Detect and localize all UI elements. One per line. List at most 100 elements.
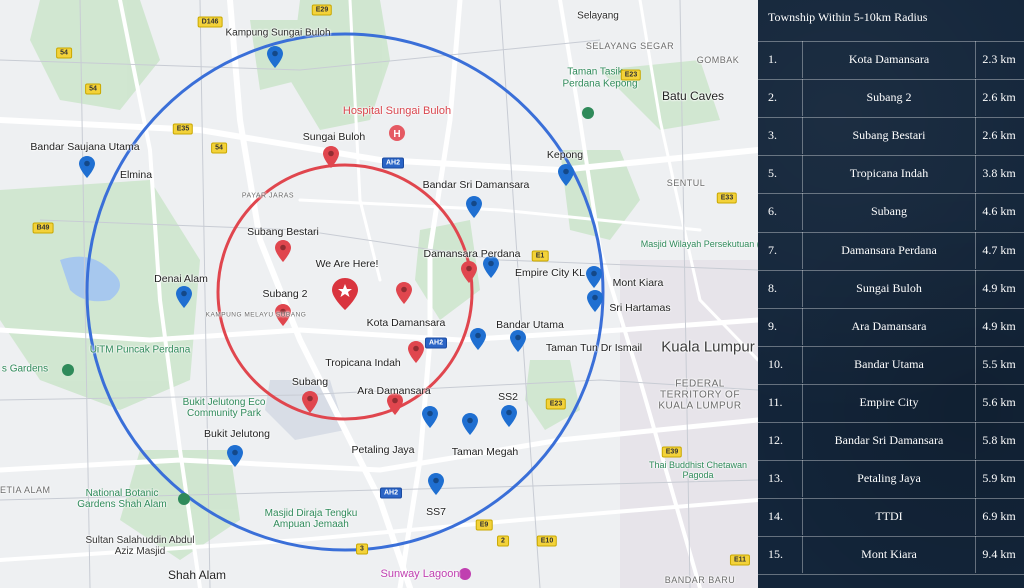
- city-label: Kuala Lumpur: [661, 338, 755, 356]
- map-pin-red[interactable]: [461, 261, 477, 283]
- poi-label: Sultan Salahuddin Abdul Aziz Masjid: [85, 535, 195, 557]
- place-label: Batu Caves: [661, 89, 725, 103]
- area-label: BANDAR BARU: [664, 575, 736, 585]
- svg-text:H: H: [393, 129, 400, 140]
- place-label: Ara Damansara: [357, 385, 431, 397]
- township-name: Kota Damansara: [802, 41, 976, 78]
- map-pin-blue[interactable]: [586, 266, 602, 288]
- table-row: 8. Sungai Buloh 4.9 km: [758, 269, 1024, 307]
- poi-label: UiTM Puncak Perdana: [89, 344, 191, 356]
- township-name: Bandar Utama: [802, 345, 976, 383]
- place-label: Kepong: [546, 149, 584, 161]
- place-label: Bukit Jelutong: [204, 428, 270, 440]
- area-label: SELAYANG SEGAR: [585, 41, 675, 51]
- row-number: 15.: [768, 547, 783, 562]
- township-distance: 2.6 km: [982, 128, 1016, 143]
- table-row: 6. Subang 4.6 km: [758, 193, 1024, 231]
- map-pin-blue[interactable]: [501, 405, 517, 427]
- row-number: 7.: [768, 242, 777, 257]
- map-pin-red[interactable]: [302, 391, 318, 413]
- map-pin-blue[interactable]: [558, 164, 574, 186]
- map-pin-blue[interactable]: [428, 473, 444, 495]
- table-row: 5. Tropicana Indah 3.8 km: [758, 155, 1024, 193]
- highway-shield: E33: [716, 192, 738, 204]
- map-pin-red[interactable]: [408, 341, 424, 363]
- map-pin-blue[interactable]: [176, 286, 192, 308]
- map-pin-blue[interactable]: [470, 328, 486, 350]
- map-pin-blue[interactable]: [422, 406, 438, 428]
- highway-shield: E29: [311, 4, 333, 16]
- row-number: 6.: [768, 204, 777, 219]
- row-number: 1.: [768, 52, 777, 66]
- table-row: 12. Bandar Sri Damansara 5.8 km: [758, 422, 1024, 459]
- poi-label: Sunway Lagoon: [380, 568, 460, 580]
- place-label: Shah Alam: [167, 568, 227, 582]
- map-pin-red[interactable]: [275, 240, 291, 262]
- place-label: Sri Hartamas: [609, 302, 671, 314]
- area-label: KAMPUNG MELAYU SUBANG: [205, 311, 307, 319]
- map-pin-red[interactable]: [323, 146, 339, 168]
- township-name: Petaling Jaya: [802, 460, 976, 498]
- place-label: Bandar Utama: [496, 319, 564, 331]
- area-label: SETIA ALAM: [0, 485, 51, 495]
- poi-label: Bukit Jelutong Eco Community Park: [182, 397, 266, 419]
- row-divider: [758, 574, 1024, 576]
- township-distance: 5.8 km: [982, 433, 1016, 447]
- table-row: 11. Empire City 5.6 km: [758, 383, 1024, 421]
- poi-label: Taman Tasik: [567, 66, 623, 78]
- map-pin-red[interactable]: [396, 282, 412, 304]
- place-label: Kampung Sungai Buloh: [225, 27, 331, 39]
- township-distance: 4.6 km: [982, 204, 1016, 219]
- map-pin-blue[interactable]: [267, 46, 283, 68]
- township-distance: 5.5 km: [982, 356, 1016, 371]
- township-distance: 5.6 km: [982, 394, 1016, 409]
- township-distance: 4.9 km: [982, 280, 1016, 295]
- area-label: GOMBAK: [696, 55, 740, 65]
- place-label: Taman Tun Dr Ismail: [545, 342, 643, 354]
- highway-shield: AH2: [424, 337, 448, 349]
- place-label: Bandar Sri Damansara: [422, 179, 530, 191]
- poi-label: Masjid Wilayah Persekutuan (The: [640, 239, 758, 249]
- highway-shield: E23: [545, 398, 567, 410]
- map-pin-blue[interactable]: [462, 413, 478, 435]
- map-view[interactable]: H Kampung Sungai Buloh Selayang SELAYANG…: [0, 0, 758, 588]
- highway-shield: 54: [85, 83, 101, 95]
- highway-shield: 3: [356, 543, 368, 555]
- map-pin-blue[interactable]: [510, 330, 526, 352]
- highway-shield: E9: [475, 519, 493, 531]
- township-distance: 6.9 km: [982, 509, 1016, 524]
- row-number: 12.: [768, 433, 783, 447]
- map-pin-blue[interactable]: [466, 196, 482, 218]
- place-label: Tropicana Indah: [325, 357, 401, 369]
- township-name: TTDI: [802, 498, 976, 536]
- township-distance: 4.9 km: [982, 318, 1016, 333]
- hospital-icon: H: [389, 125, 405, 141]
- table-row: 14. TTDI 6.9 km: [758, 498, 1024, 536]
- highway-shield: E23: [620, 69, 642, 81]
- row-number: 9.: [768, 318, 777, 333]
- poi-label: Masjid Diraja Tengku Ampuan Jemaah: [264, 508, 358, 530]
- township-name: Subang 2: [802, 79, 976, 117]
- township-name: Damansara Perdana: [802, 231, 976, 269]
- highway-shield: 54: [56, 47, 72, 59]
- table-row: 1. Kota Damansara 2.3 km: [758, 41, 1024, 78]
- map-pin-blue[interactable]: [79, 156, 95, 178]
- map-pin-blue[interactable]: [587, 290, 603, 312]
- row-number: 14.: [768, 509, 783, 524]
- highway-shield: E35: [172, 123, 194, 135]
- highway-shield: E39: [661, 446, 683, 458]
- poi-label: s Gardens: [1, 363, 49, 375]
- map-pin-blue[interactable]: [227, 445, 243, 467]
- place-label: Sungai Buloh: [302, 131, 366, 143]
- township-name: Ara Damansara: [802, 307, 976, 345]
- row-number: 5.: [768, 166, 777, 181]
- table-row: 10. Bandar Utama 5.5 km: [758, 345, 1024, 383]
- township-name: Bandar Sri Damansara: [802, 422, 976, 459]
- highway-shield: E1: [531, 250, 549, 262]
- place-label: Kota Damansara: [366, 317, 446, 329]
- table-row: 3. Subang Bestari 2.6 km: [758, 117, 1024, 155]
- row-number: 3.: [768, 128, 777, 143]
- place-label: Empire City KL: [514, 267, 586, 279]
- township-name: Tropicana Indah: [802, 155, 976, 193]
- row-number: 8.: [768, 280, 777, 295]
